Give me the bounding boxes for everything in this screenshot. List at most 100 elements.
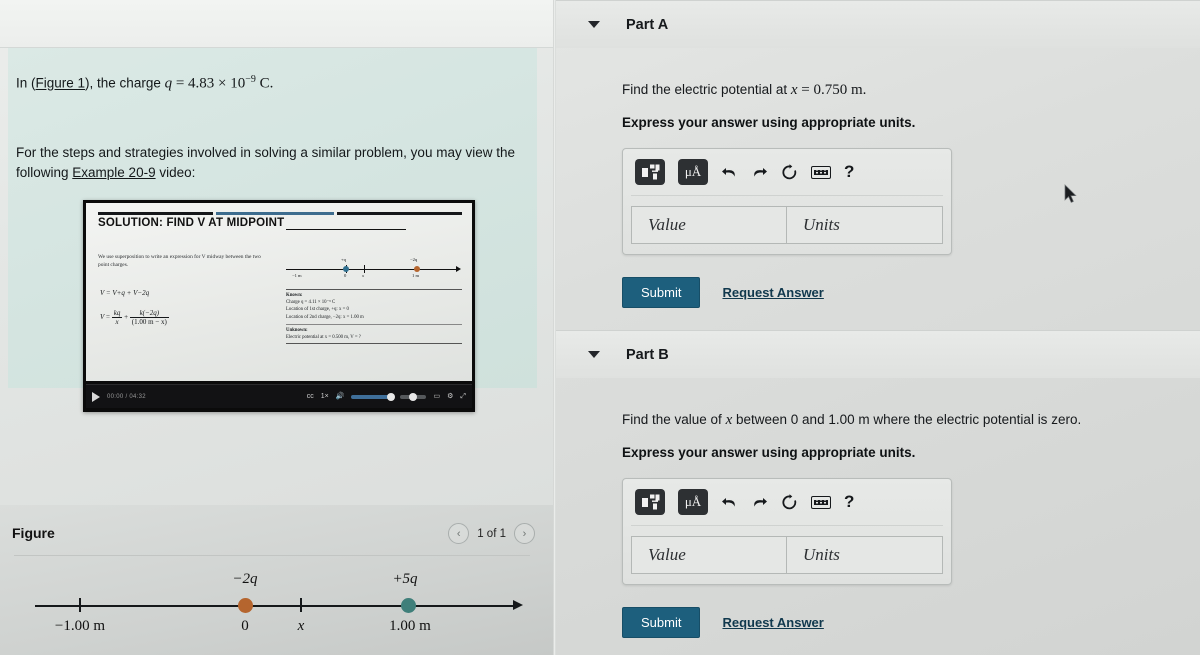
keyboard-icon[interactable] bbox=[811, 495, 831, 509]
progress-slider[interactable] bbox=[400, 392, 427, 401]
part-b-request-answer-link[interactable]: Request Answer bbox=[722, 615, 823, 630]
figure-count-label: 1 of 1 bbox=[477, 527, 506, 540]
part-b-fields: Value Units bbox=[631, 536, 943, 574]
problem-line1-pre: In ( bbox=[16, 75, 36, 91]
label-charge-plus-5q: +5q bbox=[392, 571, 418, 587]
undo-icon[interactable] bbox=[721, 165, 738, 180]
part-b-question-post: between 0 and 1.00 m where the electric … bbox=[732, 412, 1082, 427]
slide-frac1-den: x bbox=[115, 318, 119, 326]
left-top-strip bbox=[0, 0, 553, 48]
fullscreen-icon[interactable]: ⤢ bbox=[460, 393, 466, 400]
undo-icon[interactable] bbox=[721, 495, 738, 510]
part-a-label: Part A bbox=[626, 16, 669, 33]
number-line-axis bbox=[35, 605, 515, 607]
slide-charge-dot-left bbox=[343, 266, 349, 272]
slide-equation-2: V = kq x + k(−2q) (1.00 m − x) bbox=[100, 309, 169, 326]
figure-panel: Figure ‹ 1 of 1 › −1.00 m 0 x 1.00 m −2q bbox=[0, 505, 553, 655]
video-timestamp: 00:00 / 04:32 bbox=[107, 393, 146, 400]
reset-icon[interactable] bbox=[781, 163, 798, 181]
slide-frac2-num: k(−2q) bbox=[129, 309, 169, 318]
part-b-submit-row: Submit Request Answer bbox=[622, 607, 1200, 638]
slide-axis-label-right: 1 m bbox=[412, 273, 420, 278]
figure-divider bbox=[14, 555, 530, 556]
problem-line-1: In (Figure 1), the charge q = 4.83 × 10−… bbox=[16, 72, 273, 95]
slide-axis-brace bbox=[286, 229, 406, 237]
video-controls-right: cc 1× 🔊 ▭ ⚙ ⤢ bbox=[307, 392, 466, 401]
charge-value: = 4.83 × 10 bbox=[172, 75, 246, 92]
slide-title: SOLUTION: FIND V AT MIDPOINT bbox=[98, 217, 285, 229]
play-icon[interactable] bbox=[92, 391, 100, 402]
micro-angstrom-units-icon[interactable]: μÅ bbox=[678, 489, 708, 515]
video-controls[interactable]: 00:00 / 04:32 cc 1× 🔊 ▭ ⚙ ⤢ bbox=[86, 384, 472, 408]
part-a-units-input[interactable]: Units bbox=[786, 206, 943, 244]
part-b-label: Part B bbox=[626, 346, 669, 363]
reset-icon[interactable] bbox=[781, 493, 798, 511]
redo-icon[interactable] bbox=[751, 165, 768, 180]
video-slide: SOLUTION: FIND V AT MIDPOINT We use supe… bbox=[86, 203, 472, 381]
label-x: x bbox=[297, 618, 305, 634]
slide-axis-charge-right: −2q bbox=[410, 257, 418, 262]
charge-dot-plus-5q bbox=[401, 598, 416, 613]
figure-1-link[interactable]: Figure 1 bbox=[36, 76, 86, 91]
part-a-question-var: x bbox=[790, 82, 798, 98]
math-template-icon[interactable] bbox=[635, 489, 665, 515]
micro-angstrom-units-icon[interactable]: μÅ bbox=[678, 159, 708, 185]
keyboard-icon[interactable] bbox=[811, 165, 831, 179]
part-a-instruction: Express your answer using appropriate un… bbox=[622, 115, 916, 130]
slide-axis-label-left: −1 m bbox=[292, 273, 302, 278]
slide-charge-dot-right bbox=[414, 266, 420, 272]
cc-icon[interactable]: cc bbox=[307, 393, 314, 400]
part-b-question: Find the value of x between 0 and 1.00 m… bbox=[622, 412, 1200, 429]
tick-x bbox=[300, 598, 302, 612]
example-video-player[interactable]: SOLUTION: FIND V AT MIDPOINT We use supe… bbox=[83, 200, 475, 412]
slide-frac1-num: kq bbox=[111, 309, 123, 318]
part-a-question-pre: Find the electric potential at bbox=[622, 82, 791, 97]
label-minus-one-meter: −1.00 m bbox=[54, 618, 106, 634]
math-template-icon[interactable] bbox=[635, 159, 665, 185]
part-a-header[interactable]: Part A bbox=[556, 0, 1200, 48]
collapse-caret-icon[interactable] bbox=[588, 21, 600, 28]
pip-icon[interactable]: ▭ bbox=[433, 393, 440, 400]
slide-frac2-den: (1.00 m − x) bbox=[131, 318, 167, 326]
help-icon[interactable]: ? bbox=[844, 162, 854, 182]
volume-slider[interactable] bbox=[351, 392, 396, 401]
slide-known-3: Location of 2nd charge, −2q: x = 1.00 m bbox=[286, 314, 364, 320]
slide-top-rule bbox=[98, 212, 462, 215]
slide-axis-charge-left: +q bbox=[341, 257, 346, 262]
charge-symbol: q bbox=[164, 75, 173, 92]
slide-equation-1: V = V+q + V−2q bbox=[100, 289, 150, 297]
part-a-answer-box: μÅ ? Value Units bbox=[622, 148, 952, 255]
collapse-caret-icon[interactable] bbox=[588, 351, 600, 358]
redo-icon[interactable] bbox=[751, 495, 768, 510]
part-b-value-input[interactable]: Value bbox=[631, 536, 786, 574]
part-a-request-answer-link[interactable]: Request Answer bbox=[722, 285, 823, 300]
units-icon-label: μÅ bbox=[684, 164, 702, 179]
part-b-header[interactable]: Part B bbox=[556, 330, 1200, 378]
mouse-cursor-icon bbox=[1064, 184, 1077, 203]
speed-icon[interactable]: 1× bbox=[321, 393, 329, 400]
figure-title: Figure bbox=[12, 525, 55, 541]
chevron-left-icon[interactable]: ‹ bbox=[448, 523, 470, 544]
slide-known-unknown-box: Known: Charge q = 4.11 × 10⁻⁹ C Location… bbox=[286, 289, 462, 345]
slide-unknown-title: Unknown: bbox=[286, 327, 308, 333]
left-problem-panel: In (Figure 1), the charge q = 4.83 × 10−… bbox=[0, 0, 553, 655]
part-b-toolbar: μÅ ? bbox=[631, 487, 943, 526]
label-one-meter: 1.00 m bbox=[389, 618, 431, 634]
problem-line2-post: video: bbox=[155, 165, 196, 181]
part-b-submit-button[interactable]: Submit bbox=[622, 607, 701, 638]
part-b-units-input[interactable]: Units bbox=[786, 536, 943, 574]
settings-gear-icon[interactable]: ⚙ bbox=[447, 393, 453, 400]
app-root: In (Figure 1), the charge q = 4.83 × 10−… bbox=[0, 0, 1200, 655]
slide-unknown-1: Electric potential at x = 0.500 m, V = ? bbox=[286, 334, 361, 340]
part-a-value-input[interactable]: Value bbox=[631, 206, 786, 244]
part-a-submit-button[interactable]: Submit bbox=[622, 277, 701, 308]
slide-axis-label-zero: 0 bbox=[344, 273, 347, 278]
volume-icon[interactable]: 🔊 bbox=[336, 393, 345, 400]
figure-navigation: ‹ 1 of 1 › bbox=[448, 523, 535, 544]
slide-number-line: −1 m 0 x 1 m +q −2q bbox=[286, 247, 461, 281]
slide-paragraph: We use superposition to write an express… bbox=[98, 254, 261, 269]
help-icon[interactable]: ? bbox=[844, 492, 854, 512]
part-a-submit-row: Submit Request Answer bbox=[622, 277, 1200, 308]
example-20-9-link[interactable]: Example 20-9 bbox=[72, 165, 155, 180]
chevron-right-icon[interactable]: › bbox=[514, 523, 535, 544]
